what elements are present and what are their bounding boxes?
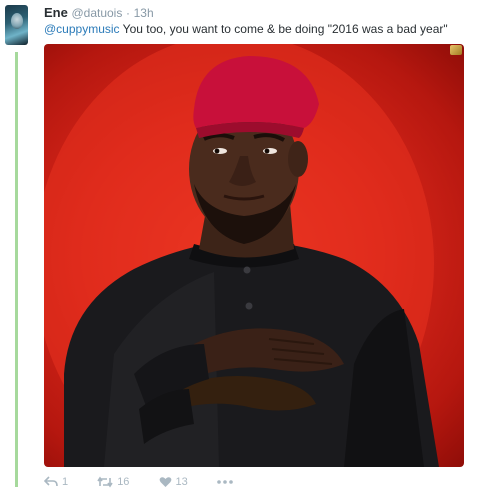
tweet-body: You too, you want to come & be doing "20… [119, 22, 448, 36]
retweet-button[interactable]: 16 [97, 476, 129, 488]
avatar[interactable] [5, 5, 28, 45]
like-count: 13 [175, 476, 188, 488]
retweet-icon [97, 476, 113, 488]
more-options-button[interactable] [217, 476, 233, 488]
heart-icon [159, 477, 171, 488]
retweet-count: 16 [117, 476, 130, 488]
avatar-face [11, 13, 23, 29]
tweet-actions: 1 16 13 [43, 476, 259, 488]
reply-count: 1 [62, 476, 69, 488]
reply-icon [43, 476, 58, 487]
reply-button[interactable]: 1 [43, 476, 69, 488]
conversation-thread-line [15, 52, 18, 487]
tweet-photo[interactable] [44, 44, 464, 467]
tweet-text: @cuppymusic You too, you want to come & … [44, 22, 448, 36]
tweet[interactable]: Ene @datuois · 13h @cuppymusic You too, … [0, 0, 478, 488]
more-dots-icon [217, 480, 233, 484]
man-with-red-cap-image [44, 44, 439, 467]
media-corner-decoration [450, 45, 462, 55]
tweet-header: Ene @datuois · 13h [44, 5, 154, 21]
author-name[interactable]: Ene [44, 5, 68, 20]
tweet-timestamp[interactable]: 13h [134, 6, 154, 20]
time-separator: · [125, 6, 130, 20]
mention-link[interactable]: @cuppymusic [44, 22, 120, 36]
like-button[interactable]: 13 [159, 476, 188, 488]
author-handle[interactable]: @datuois [71, 6, 122, 20]
